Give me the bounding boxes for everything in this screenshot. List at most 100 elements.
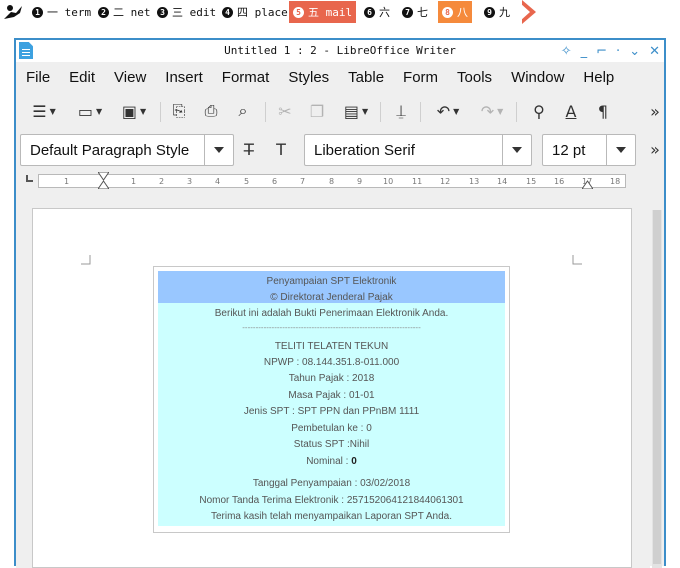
vertical-scrollbar[interactable] [652,210,662,568]
new-document-icon: ☰ [32,101,47,121]
ruler-tick: 7 [300,177,306,186]
maximize-icon[interactable]: ⌐ [596,44,607,59]
chevron-down-icon[interactable] [204,135,233,165]
scrollbar-thumb[interactable] [653,210,661,564]
ruler-tick: 2 [159,177,165,186]
workspace-4[interactable]: 4四 place [222,1,288,23]
menu-tools[interactable]: Tools [457,69,492,86]
ruler-tick: 9 [357,177,363,186]
ruler-tick: 12 [440,177,451,186]
menu-format[interactable]: Format [222,69,270,86]
document-area[interactable]: Penyampaian SPT Elektronik © Direktorat … [16,198,650,568]
document-page[interactable]: Penyampaian SPT Elektronik © Direktorat … [32,208,632,568]
workspace-9[interactable]: 9九 [484,1,510,23]
receipt-intro: Berikut ini adalah Bukti Penerimaan Elek… [214,308,449,319]
nominal-label: Nominal : [306,456,352,467]
shade-icon[interactable]: · [616,44,620,59]
redo-button[interactable]: ↷ ▼ [472,99,512,123]
workspace-1[interactable]: 1一 term [32,1,91,23]
chevron-down-icon: ▼ [361,106,369,116]
menu-insert[interactable]: Insert [165,69,203,86]
formatting-toolbar: Default Paragraph Style T̶ T Liberation … [16,132,664,166]
workspace-2[interactable]: 2二 net [98,1,151,23]
ruler-tick: 16 [554,177,565,186]
menu-table[interactable]: Table [348,69,384,86]
find-replace-button[interactable]: ⚲ [526,99,552,123]
minimize-icon[interactable]: _ [581,44,588,59]
paintbrush-icon: ⍊ [396,101,406,120]
ruler-tick: 3 [187,177,193,186]
spelling-button[interactable]: A [558,99,584,123]
sticky-icon[interactable]: ✧ [561,44,572,59]
ruler-tick: 18 [610,177,621,186]
workspace-7[interactable]: 7七 [402,1,428,23]
clone-formatting-button[interactable]: ⍊ [388,99,414,123]
bird-logo-icon [4,5,22,19]
menu-window[interactable]: Window [511,69,564,86]
standard-toolbar: ☰ ▼ ▭ ▼ ▣ ▼ ⎘ ⎙ ⌕ ✂ ❐ ▤ ▼ ⍊ ↶ ▼ ↷ ▼ ⚲ A ¶ » [16,94,664,128]
font-size-value: 12 pt [552,142,586,159]
left-indent-marker-icon[interactable] [98,172,109,189]
print-preview-icon: ⌕ [238,101,248,120]
masa-pajak: Masa Pajak : 01-01 [288,390,375,401]
font-name-combo[interactable]: Liberation Serif [304,134,532,166]
menu-styles[interactable]: Styles [288,69,329,86]
menu-help[interactable]: Help [583,69,614,86]
menu-form[interactable]: Form [403,69,438,86]
toolbar-overflow-button[interactable]: » [646,99,664,123]
horizontal-ruler[interactable]: 1 1 2 3 4 5 6 7 8 9 10 11 12 13 14 15 16… [26,172,630,192]
paragraph-style-value: Default Paragraph Style [30,142,190,159]
save-button[interactable]: ▣ ▼ [112,99,156,123]
tab-stop-icon[interactable] [26,175,33,182]
spellcheck-icon: A [565,101,577,121]
workspace-5[interactable]: 5五 mail [289,1,357,23]
ruler-tick: 4 [215,177,221,186]
magnifier-icon: ⚲ [533,101,545,121]
save-icon: ▣ [121,101,137,121]
menu-edit[interactable]: Edit [69,69,95,86]
chevron-down-icon: ▼ [453,106,460,116]
formatting-overflow-button[interactable]: » [646,137,664,161]
workspace-8[interactable]: 8八 [438,1,472,23]
paste-button[interactable]: ▤ ▼ [336,99,376,123]
receipt-table[interactable]: Penyampaian SPT Elektronik © Direktorat … [153,266,510,533]
paragraph-style-combo[interactable]: Default Paragraph Style [20,134,234,166]
nomor-tanda-terima: Nomor Tanda Terima Elektronik : 25715206… [199,495,464,506]
font-size-combo[interactable]: 12 pt [542,134,636,166]
export-pdf-button[interactable]: ⎘ [166,99,192,123]
new-style-icon: T [276,139,286,159]
receipt-header-copyright: © Direktorat Jenderal Pajak [270,292,393,303]
ruler-tick: 8 [329,177,335,186]
print-preview-button[interactable]: ⌕ [230,99,256,123]
nominal: Nominal : 0 [158,456,505,467]
taxpayer-name: TELITI TELATEN TEKUN [274,341,389,352]
update-style-button[interactable]: T̶ [236,137,262,161]
cut-button[interactable]: ✂ [272,99,298,123]
copy-button[interactable]: ❐ [304,99,330,123]
chevron-down-icon: ▼ [139,106,147,116]
text-boundary-mark [81,255,91,265]
formatting-marks-button[interactable]: ¶ [590,99,616,123]
text-boundary-mark [572,255,582,265]
undo-button[interactable]: ↶ ▼ [428,99,468,123]
redo-icon: ↷ [480,101,495,121]
chevron-down-icon[interactable] [606,135,635,165]
window-titlebar[interactable]: Untitled 1 : 2 - LibreOffice Writer ✧ _ … [16,40,664,62]
right-indent-marker-icon[interactable] [582,172,593,189]
new-style-button[interactable]: T [268,137,294,161]
workspace-6[interactable]: 6六 [364,1,390,23]
ruler-tick: 6 [272,177,278,186]
menu-down-icon[interactable]: ⌄ [629,44,640,59]
npwp: NPWP : 08.144.351.8-011.000 [263,357,400,368]
close-icon[interactable]: ✕ [649,44,660,59]
menu-file[interactable]: File [26,69,50,86]
new-document-button[interactable]: ☰ ▼ [24,99,64,123]
ruler-tick: 13 [469,177,480,186]
menu-view[interactable]: View [114,69,146,86]
print-button[interactable]: ⎙ [198,99,224,123]
workspace-3[interactable]: 3三 edit [157,1,216,23]
open-button[interactable]: ▭ ▼ [68,99,112,123]
folder-icon: ▭ [77,101,93,121]
chevron-down-icon[interactable] [502,135,531,165]
chevron-down-icon: ▼ [49,106,56,116]
